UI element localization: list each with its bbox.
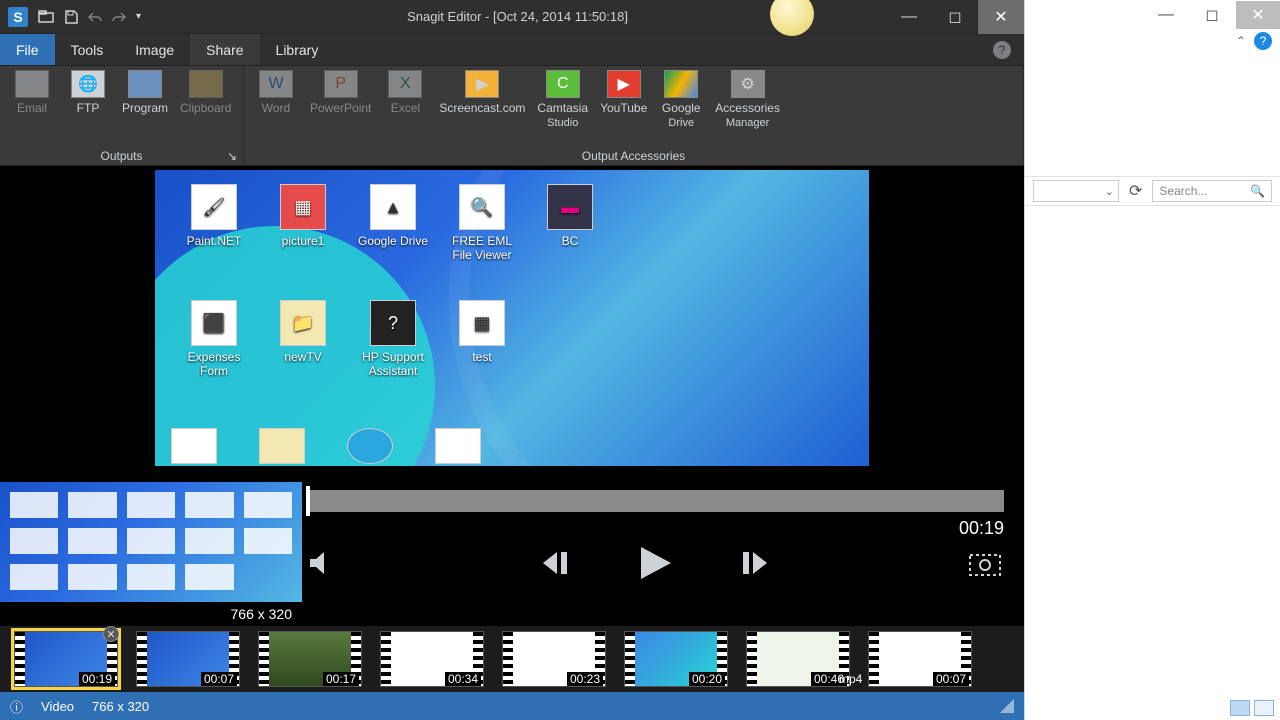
tray-item[interactable]: 00:07 <box>136 631 240 687</box>
word-icon: W <box>259 70 293 98</box>
desktop-icon-picture1: ▦picture1 <box>260 184 346 248</box>
tab-share[interactable]: Share <box>190 34 259 65</box>
status-bar: ⓘ Video 766 x 320 <box>0 692 1024 720</box>
tray-close-icon[interactable]: ✕ <box>103 626 119 642</box>
excel-icon: X <box>388 70 422 98</box>
tray-item[interactable]: 00:20 <box>624 631 728 687</box>
desktop-row3 <box>171 428 481 464</box>
tray-item[interactable]: 00:23 <box>502 631 606 687</box>
tray-item[interactable]: ✕ 00:19 <box>14 631 118 687</box>
desktop-icon-newtv: 📁newTV <box>260 300 346 364</box>
step-back-button[interactable] <box>539 548 573 578</box>
bgwin-chevron-icon[interactable]: ⌃ <box>1236 34 1246 48</box>
bgwin-maximize-button[interactable]: ◻ <box>1190 1 1234 29</box>
screencast-icon: ▶ <box>465 70 499 98</box>
maximize-button[interactable]: ◻ <box>932 0 978 34</box>
canvas-area: 🖌Paint.NET ▦picture1 ▲Google Drive 🔍FREE… <box>0 166 1024 480</box>
recent-tray: ✕ 00:19 00:07 00:17 00:34 00:23 00:20 00… <box>0 626 1024 692</box>
step-forward-button[interactable] <box>737 548 771 578</box>
output-email-button[interactable]: ✉Email <box>10 70 54 115</box>
email-icon: ✉ <box>15 70 49 98</box>
tray-item[interactable]: 00:17 <box>258 631 362 687</box>
output-youtube-button[interactable]: ▶YouTube <box>600 70 647 115</box>
resize-grip[interactable] <box>1000 699 1014 713</box>
search-icon: 🔍 <box>1250 184 1265 198</box>
tab-tools[interactable]: Tools <box>55 34 120 65</box>
window-title: Snagit Editor - [Oct 24, 2014 11:50:18] <box>149 9 886 24</box>
tray-item[interactable]: mp400:07 <box>868 631 972 687</box>
ribbon-accessories-label: Output Accessories <box>582 149 685 163</box>
outputs-expander-icon[interactable]: ↘ <box>225 149 239 163</box>
tab-image[interactable]: Image <box>119 34 190 65</box>
help-button[interactable]: ? <box>984 34 1024 65</box>
output-camtasia-button[interactable]: CCamtasiaStudio <box>537 70 588 129</box>
desktop-icon-googledrive: ▲Google Drive <box>350 184 436 248</box>
titlebar: S ▾ Snagit Editor - [Oct 24, 2014 11:50:… <box>0 0 1024 34</box>
ftp-icon: 🌐 <box>71 70 105 98</box>
tray-item[interactable]: 00:46 <box>746 631 850 687</box>
desktop-icon-paintnet: 🖌Paint.NET <box>171 184 257 248</box>
app-logo-icon[interactable]: S <box>8 7 28 27</box>
desktop-icon-emlviewer: 🔍FREE EMLFile Viewer <box>439 184 525 262</box>
volume-button[interactable] <box>306 549 338 577</box>
bgwin-search-input[interactable]: Search... 🔍 <box>1152 180 1272 202</box>
background-window: — ◻ ✕ ⌃ ? ⌄ ⟳ Search... 🔍 <box>1024 0 1280 720</box>
info-icon[interactable]: ⓘ <box>10 697 23 716</box>
bgwin-refresh-icon[interactable]: ⟳ <box>1129 181 1142 201</box>
output-screencast-button[interactable]: ▶Screencast.com <box>439 70 525 118</box>
desktop-icon-test: ▦test <box>439 300 525 364</box>
output-gdrive-button[interactable]: GoogleDrive <box>659 70 703 129</box>
bgwin-view-details[interactable] <box>1230 700 1250 716</box>
output-program-button[interactable]: Program <box>122 70 168 115</box>
accessories-manager-button[interactable]: ⚙AccessoriesManager <box>715 70 780 129</box>
scrubber-handle[interactable] <box>306 486 310 516</box>
minimize-button[interactable]: — <box>886 0 932 34</box>
playback-progress[interactable] <box>306 490 1004 512</box>
clipboard-icon <box>189 70 223 98</box>
gdrive-icon <box>664 70 698 98</box>
qat-open-icon[interactable] <box>38 10 54 24</box>
preview-thumbnail[interactable]: 766 x 320 <box>0 480 302 624</box>
ribbon-outputs-label: Outputs <box>100 149 142 163</box>
bgwin-minimize-button[interactable]: — <box>1144 1 1188 29</box>
output-ftp-button[interactable]: 🌐FTP <box>66 70 110 115</box>
program-icon <box>128 70 162 98</box>
qat-save-icon[interactable] <box>64 10 78 24</box>
bgwin-help-icon[interactable]: ? <box>1254 32 1272 50</box>
output-powerpoint-button[interactable]: PPowerPoint <box>310 70 371 118</box>
gear-icon: ⚙ <box>731 70 765 98</box>
qat-dropdown-icon[interactable]: ▾ <box>136 12 141 22</box>
bgwin-address-dropdown[interactable]: ⌄ <box>1033 180 1119 202</box>
tab-file[interactable]: File <box>0 34 55 65</box>
ribbon: ✉Email 🌐FTP Program Clipboard Outputs ↘ W… <box>0 66 1024 166</box>
output-clipboard-button[interactable]: Clipboard <box>180 70 231 115</box>
playback-time: 00:19 <box>959 518 1004 539</box>
menu-bar: File Tools Image Share Library ? <box>0 34 1024 66</box>
bgwin-view-icons[interactable] <box>1254 700 1274 716</box>
close-button[interactable]: ✕ <box>978 0 1024 34</box>
desktop-icon-expenses: ⬛ExpensesForm <box>171 300 257 378</box>
capture-frame-button[interactable] <box>966 547 1004 579</box>
bgwin-search-placeholder: Search... <box>1159 184 1207 198</box>
tab-library[interactable]: Library <box>260 34 335 65</box>
camtasia-icon: C <box>546 70 580 98</box>
snagit-window: S ▾ Snagit Editor - [Oct 24, 2014 11:50:… <box>0 0 1024 720</box>
powerpoint-icon: P <box>324 70 358 98</box>
youtube-icon: ▶ <box>607 70 641 98</box>
qat-undo-icon[interactable] <box>88 11 102 23</box>
status-type: Video <box>41 699 74 714</box>
play-button[interactable] <box>633 543 677 583</box>
tray-item[interactable]: 00:34 <box>380 631 484 687</box>
bgwin-close-button[interactable]: ✕ <box>1236 1 1280 29</box>
output-word-button[interactable]: WWord <box>254 70 298 118</box>
desktop-icon-bc: ▬BC <box>527 184 613 248</box>
output-excel-button[interactable]: XExcel <box>383 70 427 118</box>
desktop-icon-hpsupport: ?HP SupportAssistant <box>350 300 436 378</box>
qat-redo-icon[interactable] <box>112 11 126 23</box>
video-frame[interactable]: 🖌Paint.NET ▦picture1 ▲Google Drive 🔍FREE… <box>155 170 869 466</box>
preview-dimensions: 766 x 320 <box>227 606 297 622</box>
status-dimensions: 766 x 320 <box>92 699 149 714</box>
